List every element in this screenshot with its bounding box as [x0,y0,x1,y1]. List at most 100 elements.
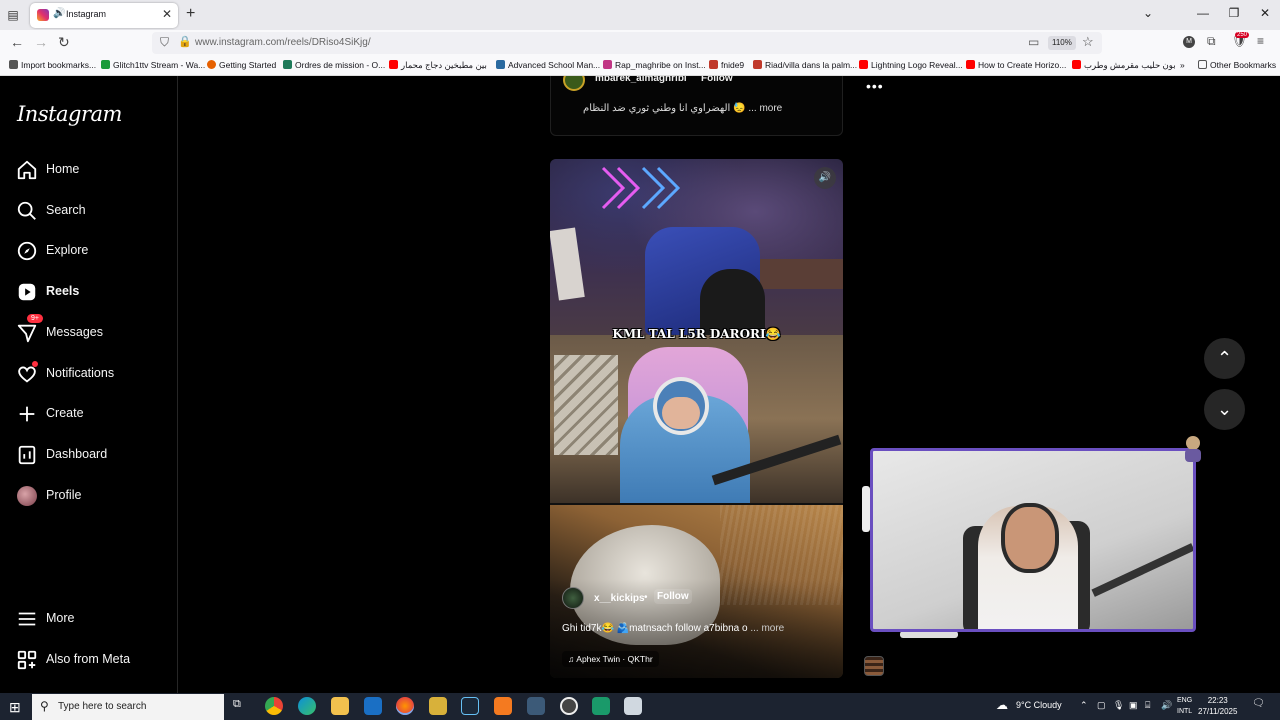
bookmark-item[interactable]: How to Create Horizo... [966,60,1066,70]
minimize-button[interactable]: — [1196,6,1210,20]
notification-center-icon[interactable]: 🗨 [1252,698,1265,709]
lock-icon[interactable]: 🔒 [178,35,192,48]
file-explorer-icon[interactable] [331,697,349,715]
video-frame-top: 🔊 [550,159,843,335]
url-text[interactable]: www.instagram.com/reels/DRiso4SiKjg/ [195,37,371,48]
sidebar-item-profile[interactable]: Profile [16,483,166,509]
previous-reel-button[interactable]: ⌃ [1204,338,1245,379]
menu-icon[interactable]: ≡ [1257,34,1264,48]
taskbar-search[interactable]: ⚲ Type here to search [32,694,224,720]
notes-app-icon[interactable] [429,697,447,715]
bookmark-item[interactable]: fnide9 [709,60,744,70]
reel-audio-link[interactable]: ♫ Aphex Twin · QKThr [562,651,659,667]
pip-handle[interactable] [900,631,958,638]
network-icon[interactable]: ⌸ [1145,700,1150,711]
taskbar-search-placeholder[interactable]: Type here to search [58,701,146,712]
app-icon[interactable] [494,697,512,715]
avatar[interactable] [562,587,584,609]
sidebar-item-also-from-meta[interactable]: Also from Meta [16,647,166,673]
reel-caption[interactable]: الهضراوي انا وطني ثوري ضد النظام 😓 ... m… [583,103,782,114]
bookmark-item[interactable]: Glitch1ttv Stream - Wa... [101,60,205,70]
weather-text[interactable]: 9°C Cloudy [1016,700,1062,710]
new-tab-button[interactable]: + [186,5,195,23]
pip-handle[interactable] [862,486,870,532]
reload-button[interactable]: ↻ [58,34,70,51]
bookmark-star-icon[interactable]: ☆ [1082,34,1094,50]
forward-button[interactable]: → [34,34,48,50]
sidebar-item-dashboard[interactable]: Dashboard [16,442,166,468]
microphone-icon[interactable]: 🎙 [1113,700,1124,711]
chrome-icon[interactable] [265,697,283,715]
volume-icon[interactable]: 🔊 [1161,700,1172,711]
shield-icon[interactable]: ⛉ [160,35,169,50]
reel-username[interactable]: x__kickips [594,593,645,604]
reader-view-icon[interactable]: ▭ [1028,35,1039,49]
sidebar-item-reels[interactable]: Reels [16,279,166,305]
sidebar-item-more[interactable]: More [16,606,166,632]
bookmark-item[interactable]: Lightning Logo Reveal... [859,60,963,70]
sidebar-item-messages[interactable]: 9+ Messages [16,314,166,346]
speaker-icon[interactable]: 🔊 [53,8,65,19]
next-reel-button[interactable]: ⌄ [1204,389,1245,430]
audio-thumbnail[interactable] [864,656,884,676]
zoom-level[interactable]: 110% [1048,36,1076,50]
other-bookmarks[interactable]: Other Bookmarks [1198,60,1276,70]
bookmark-item[interactable]: Ordres de mission - O... [283,60,385,70]
extensions-icon[interactable]: ⧉ [1207,34,1216,49]
edge-icon[interactable] [298,697,316,715]
weather-cloud-icon[interactable]: ☁ [996,698,1008,712]
maximize-button[interactable]: ❐ [1227,6,1241,20]
sidebar-item-explore[interactable]: Explore [16,238,166,264]
tray-icon[interactable]: ▣ [1129,700,1138,711]
reel-video[interactable]: 🔊 KML TAL L5R DARORI😂 x__kickips • Follo… [550,159,843,678]
instagram-logo[interactable]: Instagram [17,102,122,126]
sidebar-item-home[interactable]: Home [16,157,166,183]
sidebar-item-notifications[interactable]: Notifications [16,361,166,387]
tray-icon[interactable]: ▢ [1097,700,1106,711]
chevron-up-icon[interactable]: ⌃ [1080,700,1088,711]
more-options-icon[interactable]: ••• [866,78,884,94]
bookmark-item[interactable]: Advanced School Man... [496,60,600,70]
firefox-icon[interactable] [396,697,414,715]
task-view-icon[interactable]: ⧉ [233,698,241,711]
app-icon[interactable] [592,697,610,715]
back-button[interactable]: ← [10,34,24,50]
tab-instagram[interactable]: 🔊 Instagram ✕ [30,3,178,28]
sound-toggle-icon[interactable]: 🔊 [814,167,836,189]
follow-button[interactable]: Follow [701,76,733,84]
reel-username[interactable]: mbarek_almaghribi [595,76,687,84]
tab-list-icon[interactable]: ▤ [5,7,21,23]
address-bar[interactable]: ⛉ 🔒 www.instagram.com/reels/DRiso4SiKjg/… [152,32,1102,54]
microphone-arm [1091,543,1193,597]
obs-icon[interactable] [560,697,578,715]
windows-start-icon[interactable]: ⊞ [9,699,21,716]
previous-reel-card[interactable]: mbarek_almaghribi Follow الهضراوي انا وط… [550,76,843,136]
bookmark-item[interactable]: بين مطبخين دجاج محمار [389,60,487,71]
bookmark-item[interactable]: Riad/villa dans la palm... [753,60,857,70]
dashboard-icon [18,445,36,465]
youtube-icon [966,60,975,69]
steam-icon[interactable] [461,697,479,715]
account-avatar[interactable]: M [1183,36,1195,48]
reel-caption[interactable]: Ghi tid7k😂 🫂matnsach follow a7bibna o ..… [562,623,784,634]
follow-button[interactable]: Follow [654,589,692,604]
app-icon[interactable] [624,697,642,715]
close-tab-icon[interactable]: ✕ [162,7,172,21]
close-window-button[interactable]: ✕ [1258,6,1272,20]
caption-more-link[interactable]: ... more [750,623,784,634]
webcam-overlay[interactable] [870,448,1196,632]
bookmark-item[interactable]: Import bookmarks... [9,60,96,70]
language-indicator[interactable]: ENG INTL [1177,695,1192,717]
bookmarks-overflow-icon[interactable]: » [1180,60,1185,70]
sidebar-item-search[interactable]: Search [16,198,166,224]
outlook-icon[interactable] [364,697,382,715]
bookmark-item[interactable]: بون حليب مقرمش وطرب [1072,60,1176,71]
sidebar-item-label: Reels [46,284,80,298]
chevron-down-icon[interactable]: ⌄ [1141,6,1155,20]
app-icon[interactable] [527,697,545,715]
bookmark-item[interactable]: Rap_maghribe on Inst... [603,60,706,70]
clock[interactable]: 22:23 27/11/2025 [1198,695,1237,717]
bookmark-item[interactable]: Getting Started [207,60,276,70]
avatar[interactable] [563,76,585,91]
sidebar-item-create[interactable]: Create [16,401,166,427]
